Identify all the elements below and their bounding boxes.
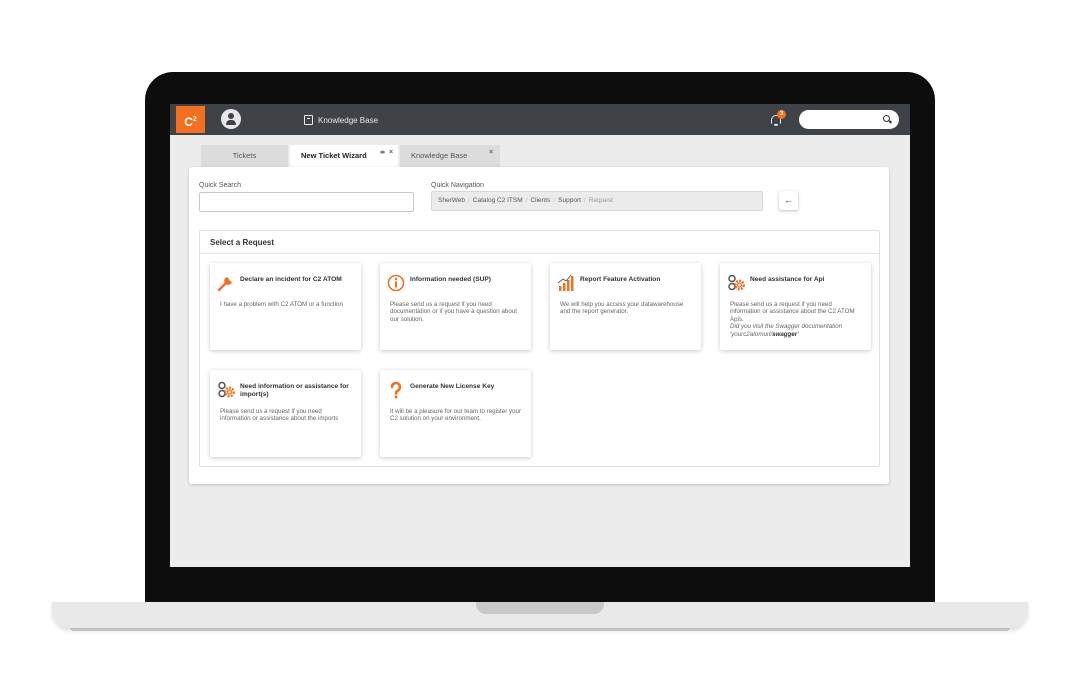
breadcrumb-separator: / — [553, 197, 556, 204]
close-icon[interactable]: × — [389, 142, 393, 164]
request-card-imports[interactable]: Need information or assistance for impor… — [210, 370, 361, 457]
wizard-panel: Quick Search Quick Navigation SherWeb / Ca… — [189, 167, 889, 484]
user-avatar-icon[interactable] — [221, 109, 241, 129]
breadcrumb-separator: / — [583, 197, 586, 204]
request-card-report[interactable]: Report Feature Activation We will help y… — [550, 263, 701, 350]
request-card-incident[interactable]: Declare an incident for C2 ATOM I have a… — [210, 263, 361, 350]
card-description: It will be a pleasure for our team to re… — [390, 408, 522, 423]
breadcrumb-item[interactable]: Support — [558, 197, 581, 204]
tab-knowledge-base[interactable]: Knowledge Base × — [400, 145, 500, 167]
notification-badge: 3 — [777, 110, 786, 119]
bar-chart-icon — [557, 274, 574, 291]
tab-knowledge-base-label: Knowledge Base — [411, 151, 468, 160]
logo-sup: 2 — [192, 116, 197, 123]
card-title: Declare an incident for C2 ATOM — [240, 276, 342, 283]
card-title: Information needed (SUP) — [410, 276, 491, 283]
tab-tickets-label: Tickets — [232, 151, 257, 160]
select-request-section: Select a Request Declare an incident for… — [199, 230, 880, 467]
question-icon — [390, 381, 402, 399]
divider — [200, 253, 879, 254]
breadcrumb-item[interactable]: Clients — [530, 197, 550, 204]
breadcrumb-current: Request — [588, 197, 613, 204]
tab-new-ticket-wizard-label: New Ticket Wizard — [301, 151, 367, 160]
app-screen: C2 Knowledge Base 3 Tickets New Ticket W… — [170, 104, 910, 567]
laptop-notch — [476, 602, 604, 614]
global-search-input[interactable] — [799, 110, 899, 129]
quick-search-input[interactable] — [199, 192, 414, 212]
card-title: Report Feature Activation — [580, 276, 661, 283]
card-title: Need information or assistance for impor… — [240, 383, 349, 398]
back-arrow-button[interactable]: ← — [779, 191, 798, 210]
quick-navigation-label: Quick Navigation — [431, 182, 484, 189]
info-icon — [387, 274, 405, 292]
card-description-text: Please send us a request if you need inf… — [730, 301, 855, 323]
breadcrumb: SherWeb / Catalog C2 ITSM / Clients / Support /… — [431, 191, 763, 211]
top-bar: C2 Knowledge Base 3 — [170, 104, 910, 135]
gears-icon — [728, 274, 745, 291]
card-title: Need assistance for Api — [750, 276, 825, 283]
logo-text: C — [184, 115, 193, 129]
tab-tickets[interactable]: Tickets — [201, 145, 288, 167]
quick-search-label: Quick Search — [199, 182, 242, 189]
breadcrumb-item[interactable]: Catalog C2 ITSM — [473, 197, 523, 204]
request-card-api[interactable]: Need assistance for Api Please send us a… — [720, 263, 871, 350]
knowledge-base-link-label: Knowledge Base — [318, 115, 379, 125]
card-description: Please send us a request if you need inf… — [220, 408, 339, 423]
swagger-note-end: ' — [797, 330, 799, 338]
section-title: Select a Request — [210, 238, 275, 247]
knowledge-base-link[interactable]: Knowledge Base — [304, 113, 378, 127]
breadcrumb-separator: / — [467, 197, 470, 204]
close-icon[interactable]: × — [489, 142, 493, 164]
breadcrumb-item[interactable]: SherWeb — [438, 197, 465, 204]
card-description: We will help you access your datawarehou… — [560, 301, 684, 316]
card-description: Please send us a request if you need doc… — [390, 301, 517, 323]
request-card-information[interactable]: Information needed (SUP) Please send us … — [380, 263, 531, 350]
c2-logo[interactable]: C2 — [176, 106, 205, 133]
pin-icon[interactable]: ⇹ — [380, 142, 385, 164]
swagger-note-bold: swagger — [772, 330, 798, 338]
tab-new-ticket-wizard[interactable]: New Ticket Wizard ⇹ × — [290, 145, 398, 167]
breadcrumb-separator: / — [525, 197, 528, 204]
swagger-note: Did you visit the Swagger documentation … — [730, 323, 864, 338]
card-description: I have a problem with C2 ATOM or a funct… — [220, 301, 343, 308]
card-description: Please send us a request if you need inf… — [730, 301, 864, 338]
gears-icon — [218, 381, 235, 398]
card-title: Generate New License Key — [410, 383, 495, 390]
search-icon[interactable] — [883, 115, 890, 122]
request-card-license[interactable]: Generate New License Key It will be a pl… — [380, 370, 531, 457]
book-icon — [304, 115, 313, 125]
wrench-icon — [217, 277, 232, 292]
